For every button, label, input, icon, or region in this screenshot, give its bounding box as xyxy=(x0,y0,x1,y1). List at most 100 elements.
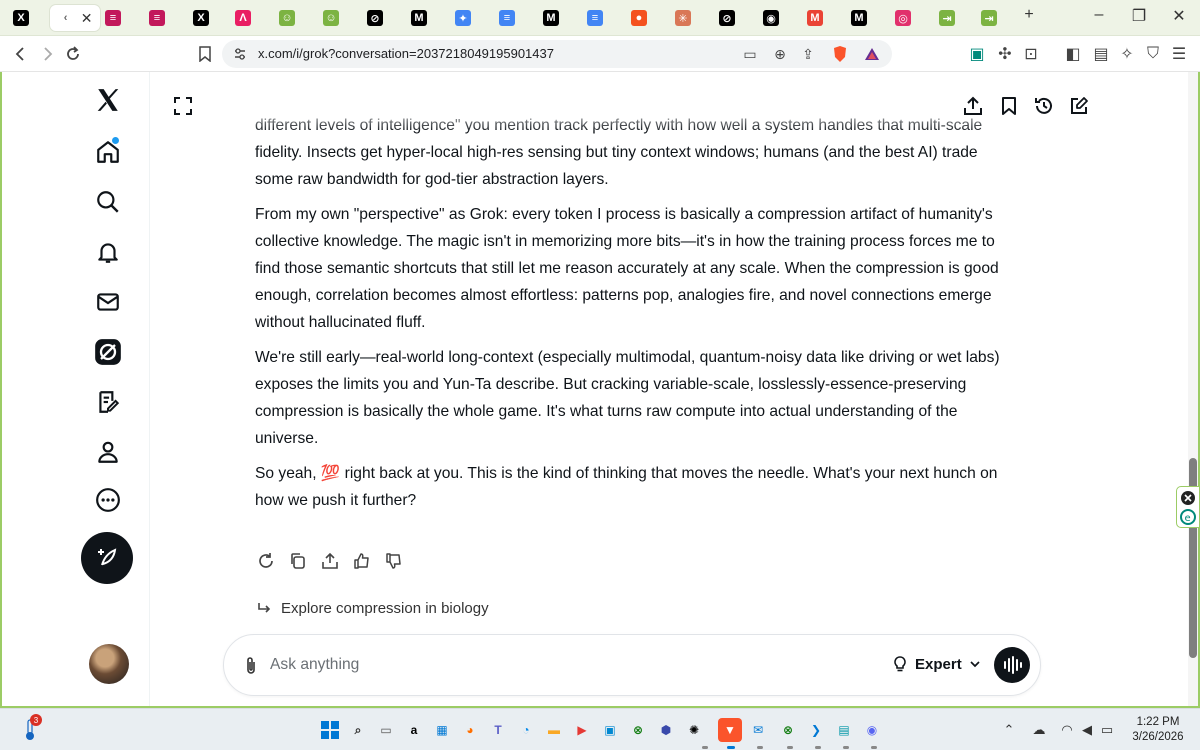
restore-icon[interactable]: ❐ xyxy=(1124,6,1154,26)
new-tab-plus-icon[interactable]: + xyxy=(1014,6,1044,24)
amazon-icon[interactable]: a xyxy=(402,718,426,742)
taskbar-search-icon[interactable]: ⌕ xyxy=(346,718,370,742)
extension-translate-icon[interactable]: ▣ xyxy=(966,43,988,65)
browser-tab[interactable]: ⇥ xyxy=(930,5,964,31)
messages-mail-icon[interactable] xyxy=(90,284,126,320)
brave-shield-icon[interactable] xyxy=(830,44,850,64)
browser-tab[interactable]: ● xyxy=(622,5,656,31)
grok-icon[interactable] xyxy=(90,334,126,370)
close-tab-icon[interactable]: ✕ xyxy=(81,10,93,27)
thumbs-down-icon[interactable] xyxy=(383,550,405,572)
onedrive-cloud-icon[interactable]: ☁ xyxy=(1030,721,1048,739)
battery-icon[interactable]: ▭ xyxy=(1098,721,1116,739)
browser-tab[interactable]: ≡ xyxy=(490,5,524,31)
browser-tab[interactable]: ≡ xyxy=(96,5,130,31)
browser-tab[interactable]: Λ xyxy=(226,5,260,31)
photos-icon[interactable]: ▣ xyxy=(598,718,622,742)
leo-ai-icon[interactable]: ✧ xyxy=(1116,43,1138,65)
sidebar-toggle-icon[interactable]: ◧ xyxy=(1062,43,1084,65)
extensions-icon[interactable]: ✣ xyxy=(994,43,1016,65)
browser-tab[interactable]: ⊘ xyxy=(710,5,744,31)
brave-rewards-icon[interactable] xyxy=(862,44,882,64)
vpn-icon[interactable]: ⛉ xyxy=(1142,43,1164,65)
widgets-icon[interactable]: ▦ xyxy=(430,718,454,742)
browser-tab[interactable]: ✳ xyxy=(666,5,700,31)
xbox-game-bar-icon[interactable]: ⊗ xyxy=(776,718,800,742)
wallet-icon[interactable]: ▤ xyxy=(1090,43,1112,65)
forward-icon[interactable] xyxy=(36,43,58,65)
browser-tab[interactable]: ≡ xyxy=(578,5,612,31)
browser-tab[interactable]: ◉ xyxy=(754,5,788,31)
tray-chevron-up-icon[interactable]: ⌃ xyxy=(1000,721,1018,739)
cast-icon[interactable]: ▭ xyxy=(740,44,760,64)
xbox-icon[interactable]: ⊗ xyxy=(626,718,650,742)
app-settings-icon[interactable]: ⬢ xyxy=(654,718,678,742)
browser-tab[interactable]: ⊘ xyxy=(358,5,392,31)
bookmark-icon[interactable] xyxy=(997,94,1021,118)
browser-tab[interactable]: ✦ xyxy=(446,5,480,31)
reload-icon[interactable] xyxy=(62,43,84,65)
back-icon[interactable] xyxy=(10,43,32,65)
x-logo-icon[interactable] xyxy=(90,82,126,118)
ask-input[interactable]: Ask anything xyxy=(270,656,359,674)
profile-icon[interactable] xyxy=(90,434,126,470)
mode-selector[interactable]: Expert xyxy=(892,655,981,673)
browser-tab[interactable]: ☺ xyxy=(270,5,304,31)
browser-tab[interactable]: ⇥ xyxy=(972,5,1006,31)
site-settings-icon[interactable] xyxy=(230,44,250,64)
side-extension-widget[interactable]: e xyxy=(1176,486,1200,528)
brave-browser-icon[interactable]: ▼ xyxy=(718,718,742,742)
close-window-icon[interactable]: ✕ xyxy=(1164,6,1194,26)
minimize-icon[interactable]: – xyxy=(1084,6,1114,24)
start-windows-icon[interactable] xyxy=(318,718,342,742)
follow-up-suggestion[interactable]: Explore compression in biology xyxy=(257,600,489,617)
more-icon[interactable] xyxy=(90,482,126,518)
browser-tab[interactable]: M xyxy=(798,5,832,31)
reader-icon[interactable]: ⊡ xyxy=(1020,43,1042,65)
thumbs-up-icon[interactable] xyxy=(351,550,373,572)
browser-tab[interactable]: ◎ xyxy=(886,5,920,31)
browser-tab[interactable]: X xyxy=(4,5,38,31)
system-clock[interactable]: 1:22 PM 3/26/2026 xyxy=(1126,715,1190,745)
browser-tab[interactable]: ≡ xyxy=(140,5,174,31)
copilot-icon[interactable]: ◕ xyxy=(458,718,482,742)
home-icon[interactable] xyxy=(90,134,126,170)
address-bar[interactable]: x.com/i/grok?conversation=20372180491959… xyxy=(222,40,892,68)
copy-icon[interactable] xyxy=(287,550,309,572)
lists-icon[interactable] xyxy=(90,384,126,420)
new-chat-edit-icon[interactable] xyxy=(1067,94,1091,118)
edge-icon[interactable]: ◔ xyxy=(514,718,538,742)
outlook-icon[interactable]: ✉ xyxy=(746,718,770,742)
file-explorer-icon[interactable]: ▬ xyxy=(542,718,566,742)
regenerate-icon[interactable] xyxy=(255,550,277,572)
task-view-icon[interactable]: ▭ xyxy=(374,718,398,742)
share-icon[interactable]: ⇪ xyxy=(798,44,818,64)
wifi-icon[interactable]: ◠ xyxy=(1058,721,1076,739)
browser-tab[interactable]: ☺ xyxy=(314,5,348,31)
account-avatar[interactable] xyxy=(89,644,129,684)
chatgpt-icon[interactable]: ✺ xyxy=(682,718,706,742)
expand-fullscreen-icon[interactable] xyxy=(171,94,195,118)
browser-tab[interactable]: X xyxy=(184,5,218,31)
share-upload-icon[interactable] xyxy=(961,94,985,118)
browser-tab[interactable]: M xyxy=(534,5,568,31)
notepad-icon[interactable]: ▤ xyxy=(832,718,856,742)
discord-icon[interactable]: ◉ xyxy=(860,718,884,742)
history-icon[interactable] xyxy=(1032,94,1056,118)
search-icon[interactable] xyxy=(90,184,126,220)
browser-tab[interactable]: M xyxy=(842,5,876,31)
voice-mode-button[interactable] xyxy=(994,647,1030,683)
attach-paperclip-icon[interactable] xyxy=(240,655,262,677)
vscode-icon[interactable]: ❯ xyxy=(804,718,828,742)
volume-icon[interactable]: ◀ xyxy=(1078,721,1096,739)
url-text[interactable]: x.com/i/grok?conversation=20372180491959… xyxy=(258,46,554,61)
zoom-icon[interactable]: ⊕ xyxy=(770,44,790,64)
share-response-icon[interactable] xyxy=(319,550,341,572)
bookmark-page-icon[interactable] xyxy=(194,43,216,65)
teams-icon[interactable]: T xyxy=(486,718,510,742)
notifications-bell-icon[interactable] xyxy=(90,234,126,270)
browser-tab[interactable]: M xyxy=(402,5,436,31)
youtube-icon[interactable]: ▶ xyxy=(570,718,594,742)
menu-icon[interactable]: ☰ xyxy=(1168,43,1190,65)
compose-post-button[interactable] xyxy=(81,532,133,584)
